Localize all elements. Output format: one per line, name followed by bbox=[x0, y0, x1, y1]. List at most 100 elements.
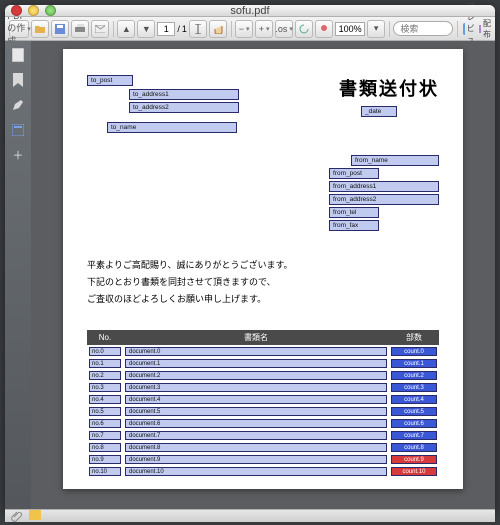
field-count[interactable]: count.9 bbox=[391, 455, 437, 464]
field-no[interactable]: no.8 bbox=[89, 443, 121, 452]
field-document[interactable]: document.4 bbox=[125, 395, 387, 404]
table-row: no.9 document.9 count.9 bbox=[87, 453, 439, 465]
bottom-bar bbox=[5, 509, 495, 522]
table-row: no.10 document.10 count.10 bbox=[87, 465, 439, 477]
text-cursor-icon bbox=[194, 24, 202, 34]
body-line-2: 下記のとおり書類を同封させて頂きますので、 bbox=[87, 274, 439, 291]
signature-panel-button[interactable] bbox=[11, 97, 26, 112]
table-row: no.3 document.3 count.3 bbox=[87, 381, 439, 393]
field-document[interactable]: document.5 bbox=[125, 407, 387, 416]
field-from-fax[interactable]: from_fax bbox=[329, 220, 379, 231]
field-count[interactable]: count.2 bbox=[391, 371, 437, 380]
th-cnt: 部数 bbox=[389, 330, 439, 345]
table-row: no.6 document.6 count.6 bbox=[87, 417, 439, 429]
mail-button[interactable] bbox=[91, 20, 109, 38]
distribute-label: 配布 bbox=[483, 18, 491, 40]
field-count[interactable]: count.8 bbox=[391, 443, 437, 452]
add-panel-button[interactable]: ＋ bbox=[11, 147, 26, 162]
prev-page-button[interactable]: ▲ bbox=[117, 20, 135, 38]
table-row: no.4 document.4 count.4 bbox=[87, 393, 439, 405]
create-pdf-button[interactable]: PDF の作成 bbox=[9, 20, 29, 38]
field-count[interactable]: count.10 bbox=[391, 467, 437, 476]
pen-icon bbox=[12, 99, 24, 111]
field-from-address2[interactable]: from_address2 bbox=[329, 194, 439, 205]
field-no[interactable]: no.1 bbox=[89, 359, 121, 368]
field-no[interactable]: no.6 bbox=[89, 419, 121, 428]
field-date[interactable]: _date bbox=[361, 106, 397, 117]
field-count[interactable]: count.3 bbox=[391, 383, 437, 392]
distribute-icon[interactable] bbox=[478, 22, 481, 36]
field-no[interactable]: no.0 bbox=[89, 347, 121, 356]
zoom-out-button[interactable]: − bbox=[235, 20, 253, 38]
os-button[interactable]: .os bbox=[275, 20, 293, 38]
field-document[interactable]: document.10 bbox=[125, 467, 387, 476]
field-no[interactable]: no.7 bbox=[89, 431, 121, 440]
rotate-button[interactable] bbox=[295, 20, 313, 38]
field-document[interactable]: document.1 bbox=[125, 359, 387, 368]
attachment-icon[interactable] bbox=[11, 510, 23, 522]
field-document[interactable]: document.8 bbox=[125, 443, 387, 452]
page-input[interactable] bbox=[157, 22, 175, 36]
hand-tool-button[interactable] bbox=[209, 20, 227, 38]
field-from-name[interactable]: from_name bbox=[351, 155, 439, 166]
field-document[interactable]: document.9 bbox=[125, 455, 387, 464]
field-no[interactable]: no.2 bbox=[89, 371, 121, 380]
th-doc: 書類名 bbox=[123, 330, 389, 345]
table-row: no.7 document.7 count.7 bbox=[87, 429, 439, 441]
field-no[interactable]: no.9 bbox=[89, 455, 121, 464]
field-no[interactable]: no.3 bbox=[89, 383, 121, 392]
open-button[interactable] bbox=[31, 20, 49, 38]
field-no[interactable]: no.5 bbox=[89, 407, 121, 416]
bookmark-icon bbox=[13, 73, 23, 87]
bookmarks-panel-button[interactable] bbox=[11, 72, 26, 87]
save-button[interactable] bbox=[51, 20, 69, 38]
field-count[interactable]: count.4 bbox=[391, 395, 437, 404]
field-count[interactable]: count.1 bbox=[391, 359, 437, 368]
field-document[interactable]: document.2 bbox=[125, 371, 387, 380]
print-button[interactable] bbox=[71, 20, 89, 38]
next-page-button[interactable]: ▼ bbox=[137, 20, 155, 38]
side-panel: ＋ bbox=[5, 41, 31, 509]
note-icon[interactable] bbox=[29, 510, 41, 522]
field-count[interactable]: count.5 bbox=[391, 407, 437, 416]
document-heading: 書類送付状 bbox=[339, 75, 439, 101]
body-line-3: ご査収のほどよろしくお願い申し上げます。 bbox=[87, 291, 439, 308]
zoom-dropdown[interactable]: ▾ bbox=[367, 20, 385, 38]
field-document[interactable]: document.6 bbox=[125, 419, 387, 428]
document-table: No. 書類名 部数 no.0document.0count.0no.1docu… bbox=[87, 330, 439, 477]
zoom-in-button[interactable]: + bbox=[255, 20, 273, 38]
app-window: sofu.pdf PDF の作成 ▲ ▼ / 1 − + .os ▾ プレビュー… bbox=[5, 5, 495, 515]
field-from-address1[interactable]: from_address1 bbox=[329, 181, 439, 192]
field-document[interactable]: document.3 bbox=[125, 383, 387, 392]
table-row: no.5 document.5 count.5 bbox=[87, 405, 439, 417]
floppy-icon bbox=[55, 24, 65, 34]
up-arrow-icon: ▲ bbox=[122, 24, 131, 34]
envelope-icon bbox=[95, 25, 105, 33]
field-count[interactable]: count.7 bbox=[391, 431, 437, 440]
field-to-name[interactable]: to_name bbox=[107, 122, 237, 133]
rotate-icon bbox=[299, 24, 309, 34]
field-document[interactable]: document.7 bbox=[125, 431, 387, 440]
field-to-address2[interactable]: to_address2 bbox=[129, 102, 239, 113]
field-count[interactable]: count.0 bbox=[391, 347, 437, 356]
body-text: 平素よりご高配賜り、誠にありがとうございます。 下記のとおり書類を同封させて頂き… bbox=[87, 257, 439, 308]
field-count[interactable]: count.6 bbox=[391, 419, 437, 428]
field-no[interactable]: no.4 bbox=[89, 395, 121, 404]
field-document[interactable]: document.0 bbox=[125, 347, 387, 356]
field-no[interactable]: no.10 bbox=[89, 467, 121, 476]
field-to-address1[interactable]: to_address1 bbox=[129, 89, 239, 100]
search-input[interactable] bbox=[393, 21, 453, 36]
preview-icon bbox=[462, 22, 465, 36]
field-from-post[interactable]: from_post bbox=[329, 168, 379, 179]
pages-panel-button[interactable] bbox=[11, 47, 26, 62]
pdf-page: to_post to_address1 to_address2 to_name … bbox=[63, 49, 463, 489]
table-row: no.8 document.8 count.8 bbox=[87, 441, 439, 453]
printer-icon bbox=[75, 24, 85, 34]
fields-panel-button[interactable] bbox=[11, 122, 26, 137]
field-to-post[interactable]: to_post bbox=[87, 75, 133, 86]
cursor-tool-button[interactable] bbox=[189, 20, 207, 38]
field-from-tel[interactable]: from_tel bbox=[329, 207, 379, 218]
zoom-field[interactable] bbox=[335, 22, 365, 36]
stamp-button[interactable] bbox=[315, 20, 333, 38]
document-viewport[interactable]: to_post to_address1 to_address2 to_name … bbox=[31, 41, 495, 509]
